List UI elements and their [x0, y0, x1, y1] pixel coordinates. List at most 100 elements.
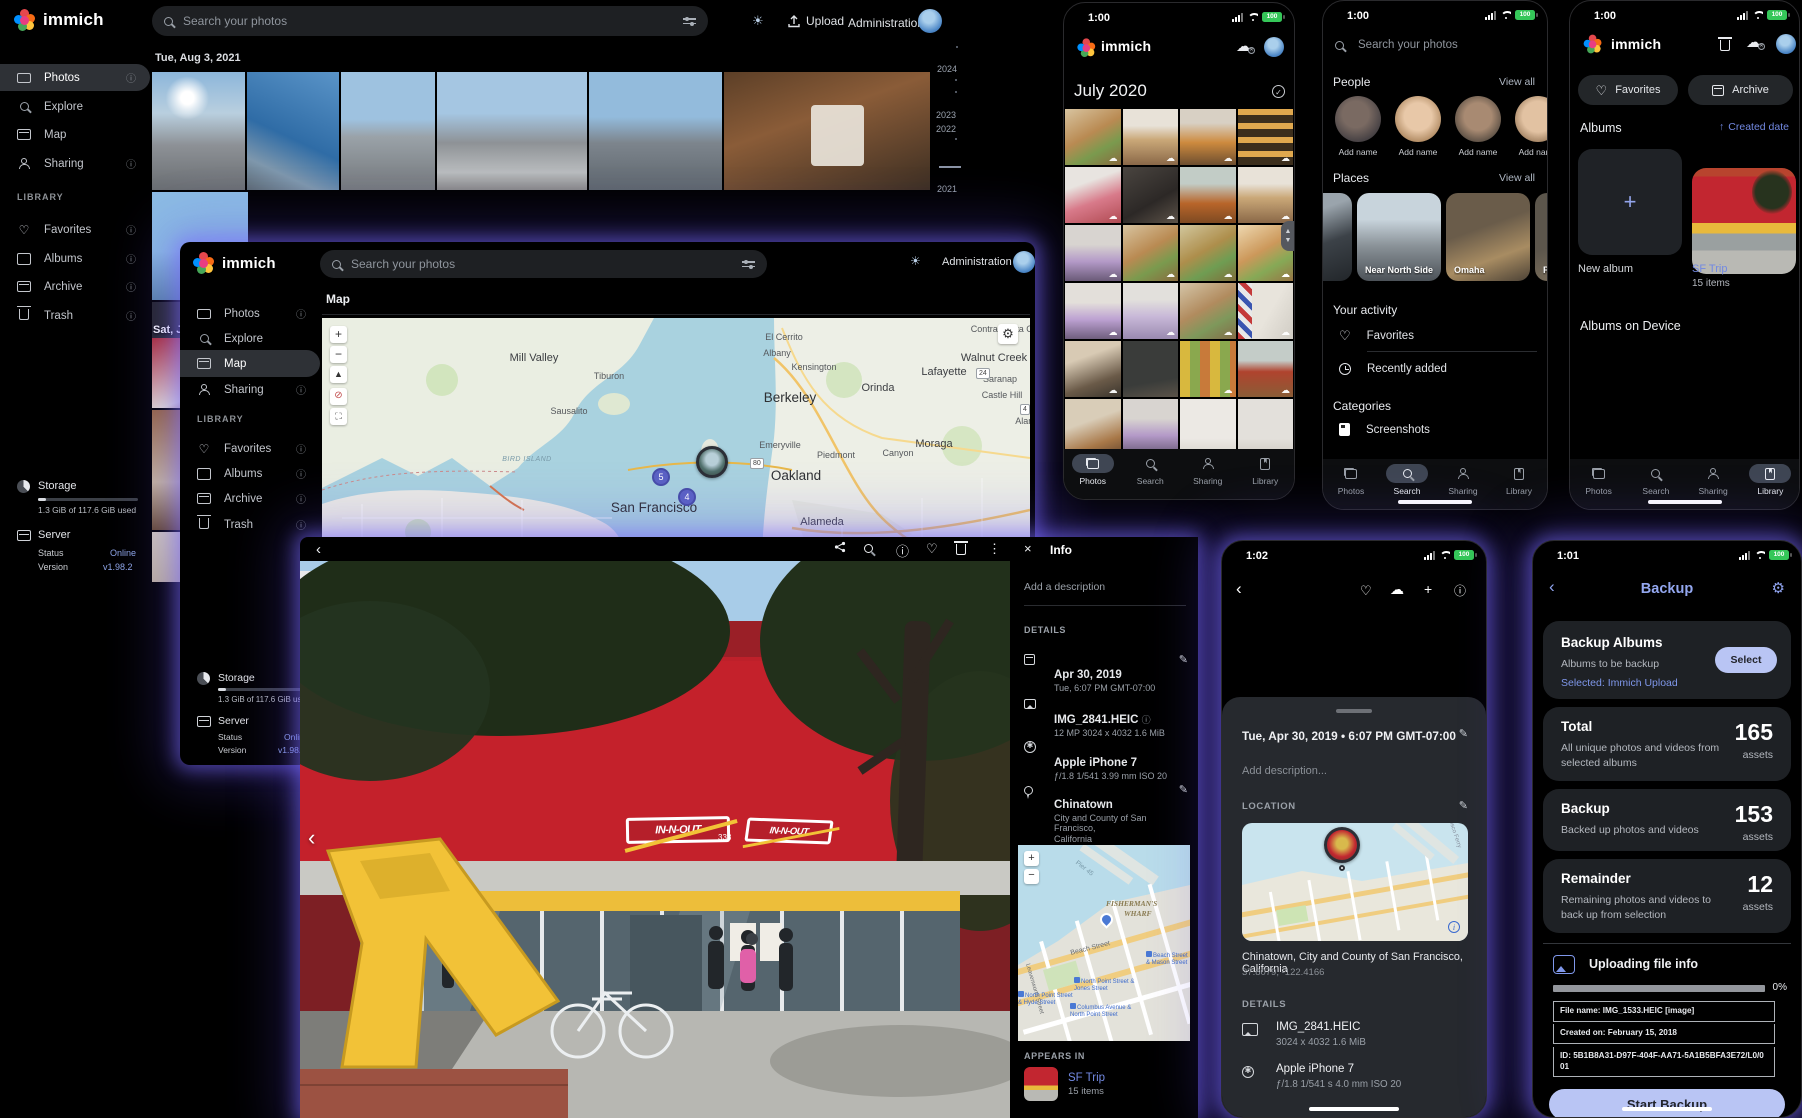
- archive-button[interactable]: Archive: [1688, 75, 1793, 105]
- share-icon[interactable]: [834, 541, 846, 556]
- new-album-tile[interactable]: +: [1578, 149, 1682, 255]
- person-face[interactable]: [1515, 96, 1548, 142]
- sidebar-item-photos[interactable]: Photosⓘ: [0, 64, 150, 91]
- select-all-check-icon[interactable]: ✓: [1272, 85, 1285, 98]
- favorites-button[interactable]: ♡Favorites: [1578, 75, 1678, 105]
- album-tile-sf-trip[interactable]: [1692, 168, 1796, 274]
- edit-pencil-icon[interactable]: ✎: [1459, 727, 1468, 740]
- map-zoom-out-button[interactable]: −: [330, 346, 347, 363]
- upload-button[interactable]: Upload: [788, 14, 844, 28]
- sidebar-item-albums[interactable]: Albumsⓘ: [180, 460, 320, 487]
- theme-toggle-sun-icon[interactable]: ☀: [752, 13, 764, 29]
- back-arrow-icon[interactable]: ‹: [316, 541, 321, 558]
- places-view-all-link[interactable]: View all: [1499, 172, 1535, 184]
- gear-icon[interactable]: ⚙: [1772, 579, 1785, 597]
- scrollbar-thumb[interactable]: ▲▼: [1281, 221, 1295, 251]
- screenshots-row[interactable]: Screenshots: [1339, 423, 1537, 436]
- place-tile[interactable]: Near North Side: [1357, 193, 1441, 281]
- sidebar-item-archive[interactable]: Archiveⓘ: [180, 485, 320, 512]
- map-info-icon[interactable]: i: [1448, 921, 1460, 933]
- select-button[interactable]: Select: [1715, 647, 1777, 673]
- edit-pencil-icon[interactable]: ✎: [1179, 653, 1188, 666]
- album-link-row[interactable]: SF Trip 15 items: [1024, 1067, 1105, 1101]
- location-mini-map[interactable]: FISHERMAN'S WHARF Beach Street Pier 45 L…: [1018, 845, 1190, 1041]
- immich-logo[interactable]: immich: [14, 9, 104, 31]
- recently-added-row[interactable]: Recently added: [1339, 363, 1537, 375]
- photo-grid[interactable]: ☁ ☁ ☁ ☁ ☁ ☁ ☁ ☁ ☁ ☁ ☁ ☁ ☁ ☁ ☁ ☁ ☁ ☁ ☁: [1065, 109, 1293, 453]
- person-face[interactable]: [1455, 96, 1501, 142]
- tab-library[interactable]: Library: [1491, 459, 1547, 509]
- immich-logo[interactable]: immich: [193, 252, 276, 274]
- timeline-scrubber[interactable]: 2024 2023 2022 2021: [933, 40, 973, 260]
- user-avatar[interactable]: [1013, 251, 1035, 273]
- heart-icon[interactable]: ♡: [1360, 583, 1372, 599]
- photo-thumbnail[interactable]: [247, 72, 339, 190]
- photo-thumbnail[interactable]: [437, 72, 587, 190]
- map-zoom-in-button[interactable]: +: [330, 326, 347, 343]
- plus-icon[interactable]: +: [1424, 581, 1432, 597]
- tab-photos[interactable]: Photos: [1570, 459, 1627, 509]
- trash-icon[interactable]: [956, 543, 966, 558]
- map-cluster-marker[interactable]: 5: [652, 468, 670, 486]
- place-tile[interactable]: Chinatown: [1322, 193, 1352, 281]
- back-chevron-icon[interactable]: ‹: [1236, 579, 1242, 599]
- sidebar-item-sharing[interactable]: Sharingⓘ: [180, 376, 320, 403]
- album-name[interactable]: SF Trip: [1692, 263, 1727, 275]
- map-layers-button[interactable]: ⊘: [330, 388, 347, 405]
- location-map[interactable]: San Francisco Ferry i: [1242, 823, 1468, 941]
- sort-created-date[interactable]: ↑Created date: [1719, 121, 1789, 133]
- add-name-link[interactable]: Add name: [1335, 147, 1381, 157]
- person-face[interactable]: [1395, 96, 1441, 142]
- tab-library[interactable]: Library: [1742, 459, 1799, 509]
- map-fullscreen-button[interactable]: ⛶: [330, 408, 347, 425]
- scrubber-handle[interactable]: [939, 166, 961, 168]
- tab-library[interactable]: Library: [1237, 449, 1295, 499]
- map-cluster-marker[interactable]: 4: [678, 488, 696, 506]
- info-icon[interactable]: ⓘ: [1454, 582, 1466, 599]
- close-icon[interactable]: ×: [1024, 541, 1032, 556]
- photo-location-marker[interactable]: [1324, 827, 1360, 863]
- album-name[interactable]: SF Trip: [1068, 1072, 1105, 1084]
- sidebar-item-sharing[interactable]: Sharingⓘ: [0, 150, 150, 177]
- detail-bottom-sheet[interactable]: Tue, Apr 30, 2019 • 6:07 PM GMT-07:00 ✎ …: [1222, 697, 1486, 1117]
- map-zoom-in-button[interactable]: +: [1024, 851, 1039, 866]
- add-name-link[interactable]: Add name: [1515, 147, 1548, 157]
- add-name-link[interactable]: Add name: [1395, 147, 1441, 157]
- heart-icon[interactable]: ♡: [926, 541, 938, 557]
- search-input[interactable]: Search your photos: [1335, 39, 1458, 51]
- place-tile[interactable]: Pi: [1535, 193, 1548, 281]
- favorites-row[interactable]: ♡Favorites: [1339, 329, 1537, 342]
- map-photo-marker[interactable]: [696, 446, 728, 478]
- search-input[interactable]: Search your photos: [320, 250, 767, 278]
- add-description-field[interactable]: Add a description: [1024, 581, 1105, 593]
- start-backup-button[interactable]: Start Backup: [1549, 1089, 1785, 1118]
- edit-pencil-icon[interactable]: ✎: [1179, 783, 1188, 796]
- sidebar-item-favorites[interactable]: ♡Favoritesⓘ: [180, 435, 320, 462]
- tab-photos[interactable]: Photos: [1323, 459, 1379, 509]
- photo-thumbnail[interactable]: [152, 72, 245, 190]
- sidebar-item-trash[interactable]: Trashⓘ: [0, 302, 150, 329]
- map-zoom-out-button[interactable]: −: [1024, 869, 1039, 884]
- filter-sliders-icon[interactable]: [742, 259, 755, 269]
- info-icon[interactable]: ⓘ: [896, 541, 909, 560]
- sidebar-item-favorites[interactable]: ♡Favoritesⓘ: [0, 216, 150, 243]
- zoom-icon[interactable]: [864, 541, 873, 556]
- administration-link[interactable]: Administration: [942, 256, 1012, 268]
- photo-thumbnail[interactable]: [724, 72, 930, 190]
- people-view-all-link[interactable]: View all: [1499, 76, 1535, 88]
- photo-viewer[interactable]: IN-N-OUT IN-N-OUT 333 ‹: [300, 561, 1010, 1118]
- sidebar-item-photos[interactable]: Photosⓘ: [180, 300, 320, 327]
- place-tile[interactable]: Omaha: [1446, 193, 1530, 281]
- sidebar-item-albums[interactable]: Albumsⓘ: [0, 245, 150, 272]
- administration-link[interactable]: Administration: [848, 16, 924, 30]
- edit-pencil-icon[interactable]: ✎: [1459, 799, 1468, 812]
- photo-thumbnail[interactable]: [341, 72, 435, 190]
- trash-icon[interactable]: [1720, 38, 1730, 56]
- sidebar-item-archive[interactable]: Archiveⓘ: [0, 273, 150, 300]
- search-input[interactable]: Search your photos: [152, 6, 708, 36]
- filter-sliders-icon[interactable]: [683, 16, 696, 26]
- tab-sharing[interactable]: Sharing: [1179, 449, 1237, 499]
- kebab-menu-icon[interactable]: ⋮: [988, 541, 1001, 557]
- sidebar-item-trash[interactable]: Trashⓘ: [180, 511, 320, 538]
- map-compass-button[interactable]: ▲: [330, 366, 347, 383]
